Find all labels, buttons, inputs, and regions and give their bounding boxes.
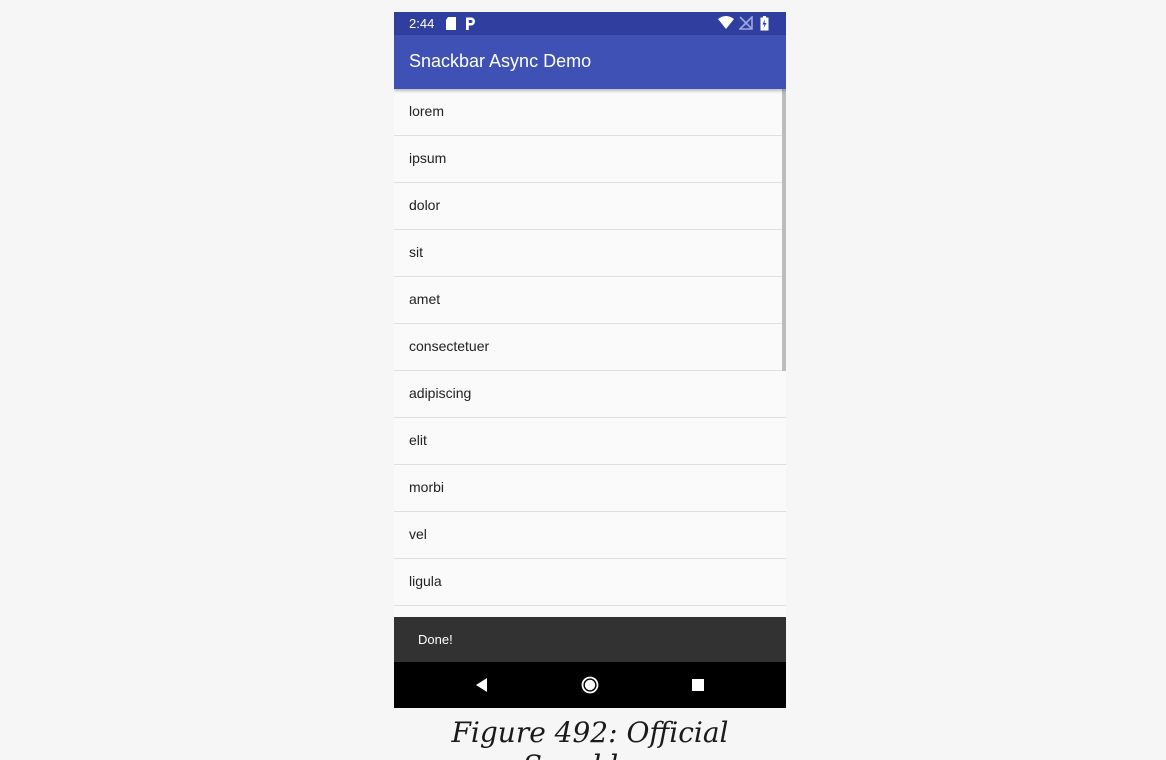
back-icon[interactable] [472,675,492,695]
list-item-label: adipiscing [409,385,472,401]
list-item-label: dolor [409,197,441,213]
snackbar: Done! [394,617,786,662]
list-item-label: ipsum [409,150,447,166]
list-item-partial[interactable] [394,606,786,617]
parking-icon [466,17,475,30]
list-item-label: amet [409,291,441,307]
navigation-bar [394,662,786,708]
list-item[interactable]: sit [394,230,786,277]
wifi-icon [718,16,734,29]
battery-charging-icon [760,16,769,31]
list-item-label: ligula [409,573,442,589]
list-item[interactable]: vel [394,512,786,559]
home-icon[interactable] [580,675,600,695]
page: 2:44 Snackbar Async Demo lorem ipsum dol… [0,0,1166,760]
status-time: 2:44 [409,16,435,31]
list-item-label: vel [409,526,427,542]
list-item[interactable]: amet [394,277,786,324]
status-bar: 2:44 [394,12,786,35]
list-item[interactable]: ipsum [394,136,786,183]
list-item[interactable]: consectetuer [394,324,786,371]
app-title: Snackbar Async Demo [409,51,592,71]
app-bar: Snackbar Async Demo [394,35,786,89]
list-item[interactable]: ligula [394,559,786,606]
list-item[interactable]: dolor [394,183,786,230]
list-item-label: elit [409,432,427,448]
list-item[interactable]: lorem [394,89,786,136]
list-item-label: morbi [409,479,445,495]
no-signal-icon [739,16,753,30]
item-list[interactable]: lorem ipsum dolor sit amet consectetuer … [394,89,786,617]
list-item-label: sit [409,244,423,260]
scrollbar-thumb[interactable] [782,89,786,371]
list-item[interactable]: morbi [394,465,786,512]
phone-screen: 2:44 Snackbar Async Demo lorem ipsum dol… [394,12,786,708]
recents-icon[interactable] [688,675,708,695]
list-item[interactable]: adipiscing [394,371,786,418]
figure-caption: Figure 492: Official Snackbar [451,716,729,760]
sd-card-icon [446,17,456,30]
list-item[interactable]: elit [394,418,786,465]
list-item-label: consectetuer [409,338,490,354]
snackbar-message: Done! [418,632,453,647]
list-item-label: lorem [409,103,445,119]
